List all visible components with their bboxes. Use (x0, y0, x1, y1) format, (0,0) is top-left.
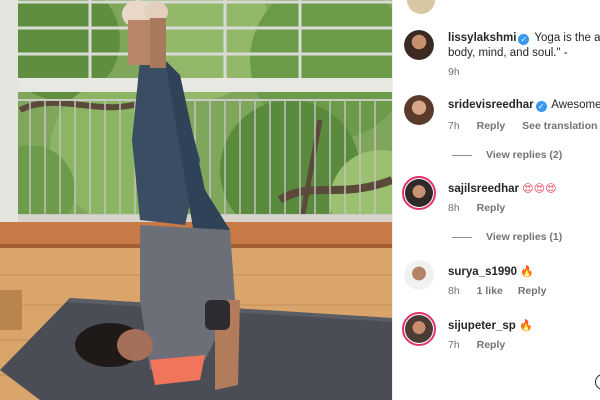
heart-eyes-emoji: 😍😍😍 (522, 182, 557, 195)
fire-emoji: 🔥 (520, 265, 534, 278)
avatar[interactable] (404, 95, 434, 125)
reply-button[interactable]: Reply (477, 120, 506, 132)
reply-button[interactable]: Reply (477, 339, 506, 351)
yoga-photo-illustration (0, 0, 392, 400)
view-replies-button[interactable]: View replies (2) (452, 149, 562, 161)
likes-count[interactable]: 1 like (477, 285, 503, 297)
author-avatar[interactable] (407, 0, 435, 14)
comment-text: Yoga is the art (534, 32, 600, 44)
comment-username[interactable]: surya_s1990 (448, 266, 517, 278)
comment-time: 8h (448, 202, 460, 214)
verified-badge-icon: ✓ (518, 34, 530, 45)
comments-panel: lissylakshmi✓ Yoga is the art body, mind… (392, 0, 600, 400)
comment-time: 7h (448, 339, 460, 351)
verified-badge-icon: ✓ (535, 101, 547, 112)
avatar[interactable] (404, 30, 434, 60)
reply-button[interactable]: Reply (477, 202, 506, 214)
comment-username[interactable]: sajilsreedhar (448, 183, 519, 195)
avatar[interactable] (402, 312, 436, 346)
comment-text: Awesome (551, 99, 600, 111)
comment-username[interactable]: sijupeter_sp (448, 320, 516, 332)
comment-time: 8h (448, 285, 460, 297)
comment-username[interactable]: lissylakshmi (448, 32, 516, 44)
comment-text-continued: body, mind, and soul." - (448, 47, 568, 59)
scroll-circle-icon[interactable] (595, 374, 600, 390)
comment-time: 9h (448, 66, 460, 78)
comment-username[interactable]: sridevisreedhar (448, 99, 534, 111)
reply-button[interactable]: Reply (518, 285, 547, 297)
avatar[interactable] (402, 176, 436, 210)
avatar[interactable] (404, 260, 434, 290)
post-photo (0, 0, 392, 400)
comment-time: 7h (448, 120, 460, 132)
view-replies-button[interactable]: View replies (1) (452, 231, 562, 243)
see-translation-button[interactable]: See translation (522, 120, 597, 132)
fire-emoji: 🔥 (518, 319, 533, 332)
